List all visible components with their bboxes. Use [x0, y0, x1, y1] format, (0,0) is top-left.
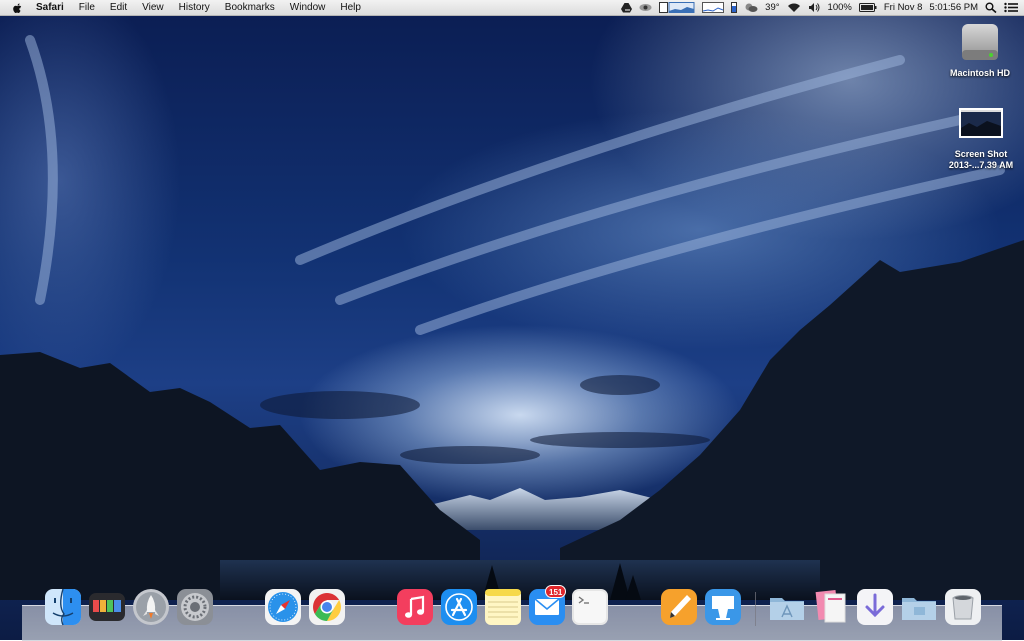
clock-date[interactable]: Fri Nov 8	[884, 2, 923, 13]
applications-folder-icon	[770, 598, 804, 620]
documents-stack-icon	[815, 590, 846, 623]
volume-icon[interactable]	[808, 2, 821, 13]
dock-itunes[interactable]	[396, 588, 434, 626]
dock-notes[interactable]	[484, 588, 522, 626]
dock-trash[interactable]	[944, 588, 982, 626]
folder-icon	[902, 598, 936, 620]
dock-pages[interactable]	[660, 588, 698, 626]
dock-downloads[interactable]	[856, 588, 894, 626]
battery-percent[interactable]: 100%	[828, 2, 852, 13]
notes-icon	[485, 589, 521, 625]
menu-app-safari[interactable]: Safari	[36, 2, 64, 13]
mountain-landscape	[0, 35, 1024, 600]
dock-app-store[interactable]	[440, 588, 478, 626]
dock-keynote[interactable]	[704, 588, 742, 626]
hard-drive-icon	[962, 24, 998, 60]
notification-center-icon[interactable]	[1004, 2, 1018, 13]
menu-window[interactable]: Window	[290, 2, 326, 13]
menu-history[interactable]: History	[179, 2, 210, 13]
launchpad-icon	[133, 589, 169, 625]
dock-terminal[interactable]	[571, 588, 609, 626]
eye-icon[interactable]	[639, 2, 652, 13]
mail-unread-badge: 151	[545, 585, 567, 598]
dock-applications-folder[interactable]	[768, 588, 806, 626]
battery-icon[interactable]	[858, 2, 877, 13]
dock-finder[interactable]	[44, 588, 82, 626]
clock-time[interactable]: 5:01:56 PM	[929, 2, 978, 13]
dock-google-chrome[interactable]	[308, 588, 346, 626]
status-area: 39° 100% Fri Nov 8 5:01:56 PM	[621, 0, 1018, 15]
temperature-readout[interactable]: 39°	[765, 2, 779, 13]
macintosh-hd-label: Macintosh HD	[949, 68, 1010, 78]
chrome-icon	[309, 589, 345, 625]
network-graph-icon[interactable]	[702, 2, 725, 13]
weather-icon[interactable]	[744, 2, 758, 13]
screenshot-label-line1: Screen Shot	[954, 149, 1008, 159]
dock-system-preferences[interactable]	[176, 588, 214, 626]
dock-mission-control[interactable]	[88, 588, 126, 626]
dock-documents-stack[interactable]	[812, 588, 850, 626]
google-drive-icon[interactable]	[621, 2, 633, 13]
screenshot-desktop-icon[interactable]: Screen Shot 2013-...7.39 AM	[940, 108, 1022, 171]
system-preferences-gear-icon	[177, 589, 213, 625]
menu-bookmarks[interactable]: Bookmarks	[225, 2, 275, 13]
pages-pen-icon	[661, 589, 697, 625]
menu-help[interactable]: Help	[340, 2, 361, 13]
mission-control-icon	[89, 593, 125, 621]
memory-icon[interactable]	[731, 2, 738, 13]
macintosh-hd-desktop-icon[interactable]: Macintosh HD	[944, 22, 1016, 79]
dock-safari[interactable]	[264, 588, 302, 626]
keynote-podium-icon	[705, 589, 741, 625]
screenshot-label-line2: 2013-...7.39 AM	[948, 160, 1014, 170]
menu-view[interactable]: View	[142, 2, 164, 13]
terminal-icon	[572, 589, 608, 625]
menu-edit[interactable]: Edit	[110, 2, 127, 13]
app-store-icon	[441, 589, 477, 625]
desktop-wallpaper	[0, 0, 1024, 640]
spotlight-icon[interactable]	[985, 2, 997, 13]
downloads-arrow-icon	[857, 589, 893, 625]
dock-folder[interactable]	[900, 588, 938, 626]
menu-bar: Safari File Edit View History Bookmarks …	[0, 0, 1024, 16]
cpu-graph-icon[interactable]	[659, 2, 695, 13]
screenshot-thumbnail-icon	[959, 108, 1003, 138]
music-note-icon	[397, 589, 433, 625]
dock-launchpad[interactable]	[132, 588, 170, 626]
menu-file[interactable]: File	[79, 2, 95, 13]
trash-icon	[945, 589, 981, 625]
safari-compass-icon	[265, 589, 301, 625]
finder-icon	[45, 588, 81, 626]
dock-separator	[755, 592, 756, 626]
wifi-icon[interactable]	[787, 2, 801, 13]
apple-menu-icon[interactable]	[12, 2, 24, 14]
